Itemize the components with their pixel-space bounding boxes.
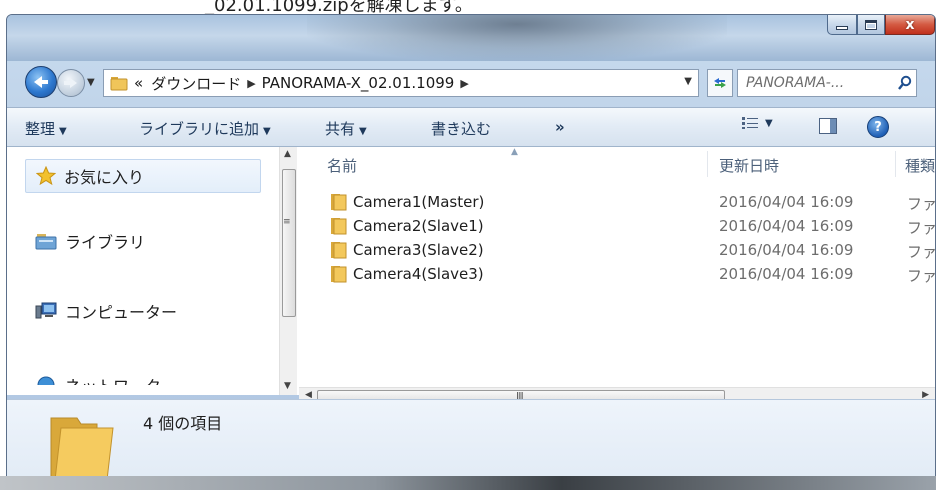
- change-view-button[interactable]: ▼: [741, 116, 773, 130]
- file-type-cell: ファ: [907, 195, 936, 213]
- column-header-date[interactable]: 更新日時: [719, 155, 779, 176]
- view-options-icon: [742, 117, 758, 129]
- search-box[interactable]: PANORAMA-...: [737, 69, 917, 97]
- organize-menu[interactable]: 整理 ▼: [25, 118, 67, 139]
- preview-pane-button[interactable]: [819, 118, 837, 134]
- close-button[interactable]: x: [885, 15, 935, 35]
- more-commands-button[interactable]: »: [555, 118, 565, 136]
- library-icon: [35, 234, 57, 250]
- file-row[interactable]: Camera4(Slave3) 2016/04/04 16:09 ファ: [299, 265, 936, 289]
- scrollbar-thumb[interactable]: [282, 169, 296, 317]
- scroll-up-icon[interactable]: ▲: [284, 149, 291, 159]
- address-dropdown[interactable]: ▼: [684, 76, 692, 87]
- refresh-button[interactable]: [707, 69, 733, 97]
- scrollbar-grip-icon: ≡: [283, 217, 291, 227]
- nav-item-computer[interactable]: コンピューター: [35, 299, 177, 323]
- dropdown-arrow-icon: ▼: [59, 126, 67, 137]
- dropdown-arrow-icon: ▼: [359, 126, 367, 137]
- column-divider[interactable]: [895, 151, 896, 177]
- help-button[interactable]: ?: [867, 116, 889, 138]
- dropdown-arrow-icon: ▼: [765, 117, 773, 129]
- nav-item-favorites[interactable]: お気に入り: [25, 159, 261, 193]
- folder-icon: [331, 194, 347, 211]
- folder-icon: [331, 266, 347, 283]
- item-count: 4 個の項目: [143, 414, 223, 433]
- star-icon: [36, 166, 56, 186]
- navigation-pane: お気に入り ライブラリ コンピューター ネットワーク: [7, 147, 283, 395]
- command-bar: 整理 ▼ ライブラリに追加 ▼ 共有 ▼ 書き込む » ▼ ?: [7, 107, 935, 147]
- column-divider[interactable]: [707, 151, 708, 177]
- burn-button[interactable]: 書き込む: [431, 118, 491, 139]
- window-controls: x: [827, 15, 935, 37]
- folder-icon: [110, 77, 128, 91]
- file-type-cell: ファ: [907, 219, 936, 237]
- taskbar-edge: [0, 476, 936, 490]
- add-to-library-menu[interactable]: ライブラリに追加 ▼: [139, 118, 271, 139]
- column-header-name[interactable]: 名前: [327, 155, 357, 176]
- explorer-window: x ▼ « ダウンロード ▶ PANORAMA-X_02.01.1099 ▶ ▼…: [6, 14, 936, 490]
- maximize-button[interactable]: [857, 15, 885, 35]
- computer-icon: [35, 302, 57, 319]
- file-name-cell[interactable]: Camera3(Slave2): [329, 241, 484, 259]
- minimize-button[interactable]: [827, 15, 857, 35]
- back-button[interactable]: [25, 66, 57, 98]
- file-date-cell: 2016/04/04 16:09: [719, 265, 854, 283]
- forward-arrow-icon: [63, 78, 77, 88]
- dropdown-arrow-icon: ▼: [263, 126, 271, 137]
- file-type-cell: ファ: [907, 243, 936, 261]
- breadcrumb-separator-icon[interactable]: ▶: [247, 77, 255, 90]
- file-type-cell: ファ: [907, 267, 936, 285]
- nav-item-libraries[interactable]: ライブラリ: [35, 229, 145, 253]
- back-arrow-icon: [34, 76, 48, 88]
- caption-text: _02.01.1099.zipを解凍します。: [205, 0, 473, 14]
- scroll-down-icon[interactable]: ▼: [284, 381, 291, 391]
- file-row[interactable]: Camera2(Slave1) 2016/04/04 16:09 ファ: [299, 217, 936, 241]
- breadcrumb-separator-icon[interactable]: ▶: [460, 77, 468, 90]
- breadcrumb-overflow[interactable]: «: [134, 74, 143, 92]
- refresh-icon: [714, 78, 726, 88]
- nav-pane-vertical-scrollbar[interactable]: ▲ ≡ ▼: [279, 147, 297, 395]
- maximize-icon: [865, 19, 877, 30]
- file-list: 名前 ▲ 更新日時 種類 Camera1(Master) 2016/04/04 …: [299, 147, 936, 395]
- column-header-row: 名前 ▲ 更新日時 種類: [299, 147, 935, 177]
- folder-icon: [50, 417, 114, 481]
- file-name-cell[interactable]: Camera1(Master): [329, 193, 484, 211]
- search-input[interactable]: PANORAMA-...: [746, 75, 894, 91]
- breadcrumb-downloads[interactable]: ダウンロード: [151, 73, 241, 94]
- content-area: お気に入り ライブラリ コンピューター ネットワーク ▲ ≡ ▼ 名前 ▲ 更新…: [7, 147, 936, 407]
- file-date-cell: 2016/04/04 16:09: [719, 193, 854, 211]
- network-icon: [37, 376, 55, 385]
- minimize-icon: [836, 25, 848, 30]
- folder-icon: [331, 242, 347, 259]
- close-icon: x: [905, 16, 915, 33]
- title-bar[interactable]: [7, 15, 935, 61]
- cropped-caption: _02.01.1099.zipを解凍します。: [0, 0, 936, 14]
- file-row[interactable]: Camera3(Slave2) 2016/04/04 16:09 ファ: [299, 241, 936, 265]
- nav-item-network[interactable]: ネットワーク: [35, 373, 161, 385]
- search-icon[interactable]: [894, 72, 916, 94]
- file-row[interactable]: Camera1(Master) 2016/04/04 16:09 ファ: [299, 193, 936, 217]
- file-name-cell[interactable]: Camera4(Slave3): [329, 265, 484, 283]
- navigation-bar: ▼ « ダウンロード ▶ PANORAMA-X_02.01.1099 ▶ ▼ P…: [7, 63, 935, 103]
- file-name-cell[interactable]: Camera2(Slave1): [329, 217, 484, 235]
- breadcrumb-current-folder[interactable]: PANORAMA-X_02.01.1099: [262, 74, 455, 92]
- forward-button[interactable]: [57, 69, 85, 97]
- address-bar[interactable]: « ダウンロード ▶ PANORAMA-X_02.01.1099 ▶ ▼: [103, 69, 699, 97]
- folder-icon: [331, 218, 347, 235]
- column-header-type[interactable]: 種類: [905, 155, 935, 176]
- file-date-cell: 2016/04/04 16:09: [719, 217, 854, 235]
- file-date-cell: 2016/04/04 16:09: [719, 241, 854, 259]
- share-menu[interactable]: 共有 ▼: [325, 118, 367, 139]
- sort-ascending-icon: ▲: [511, 147, 518, 157]
- help-icon: ?: [874, 119, 882, 135]
- recent-pages-dropdown[interactable]: ▼: [87, 77, 95, 88]
